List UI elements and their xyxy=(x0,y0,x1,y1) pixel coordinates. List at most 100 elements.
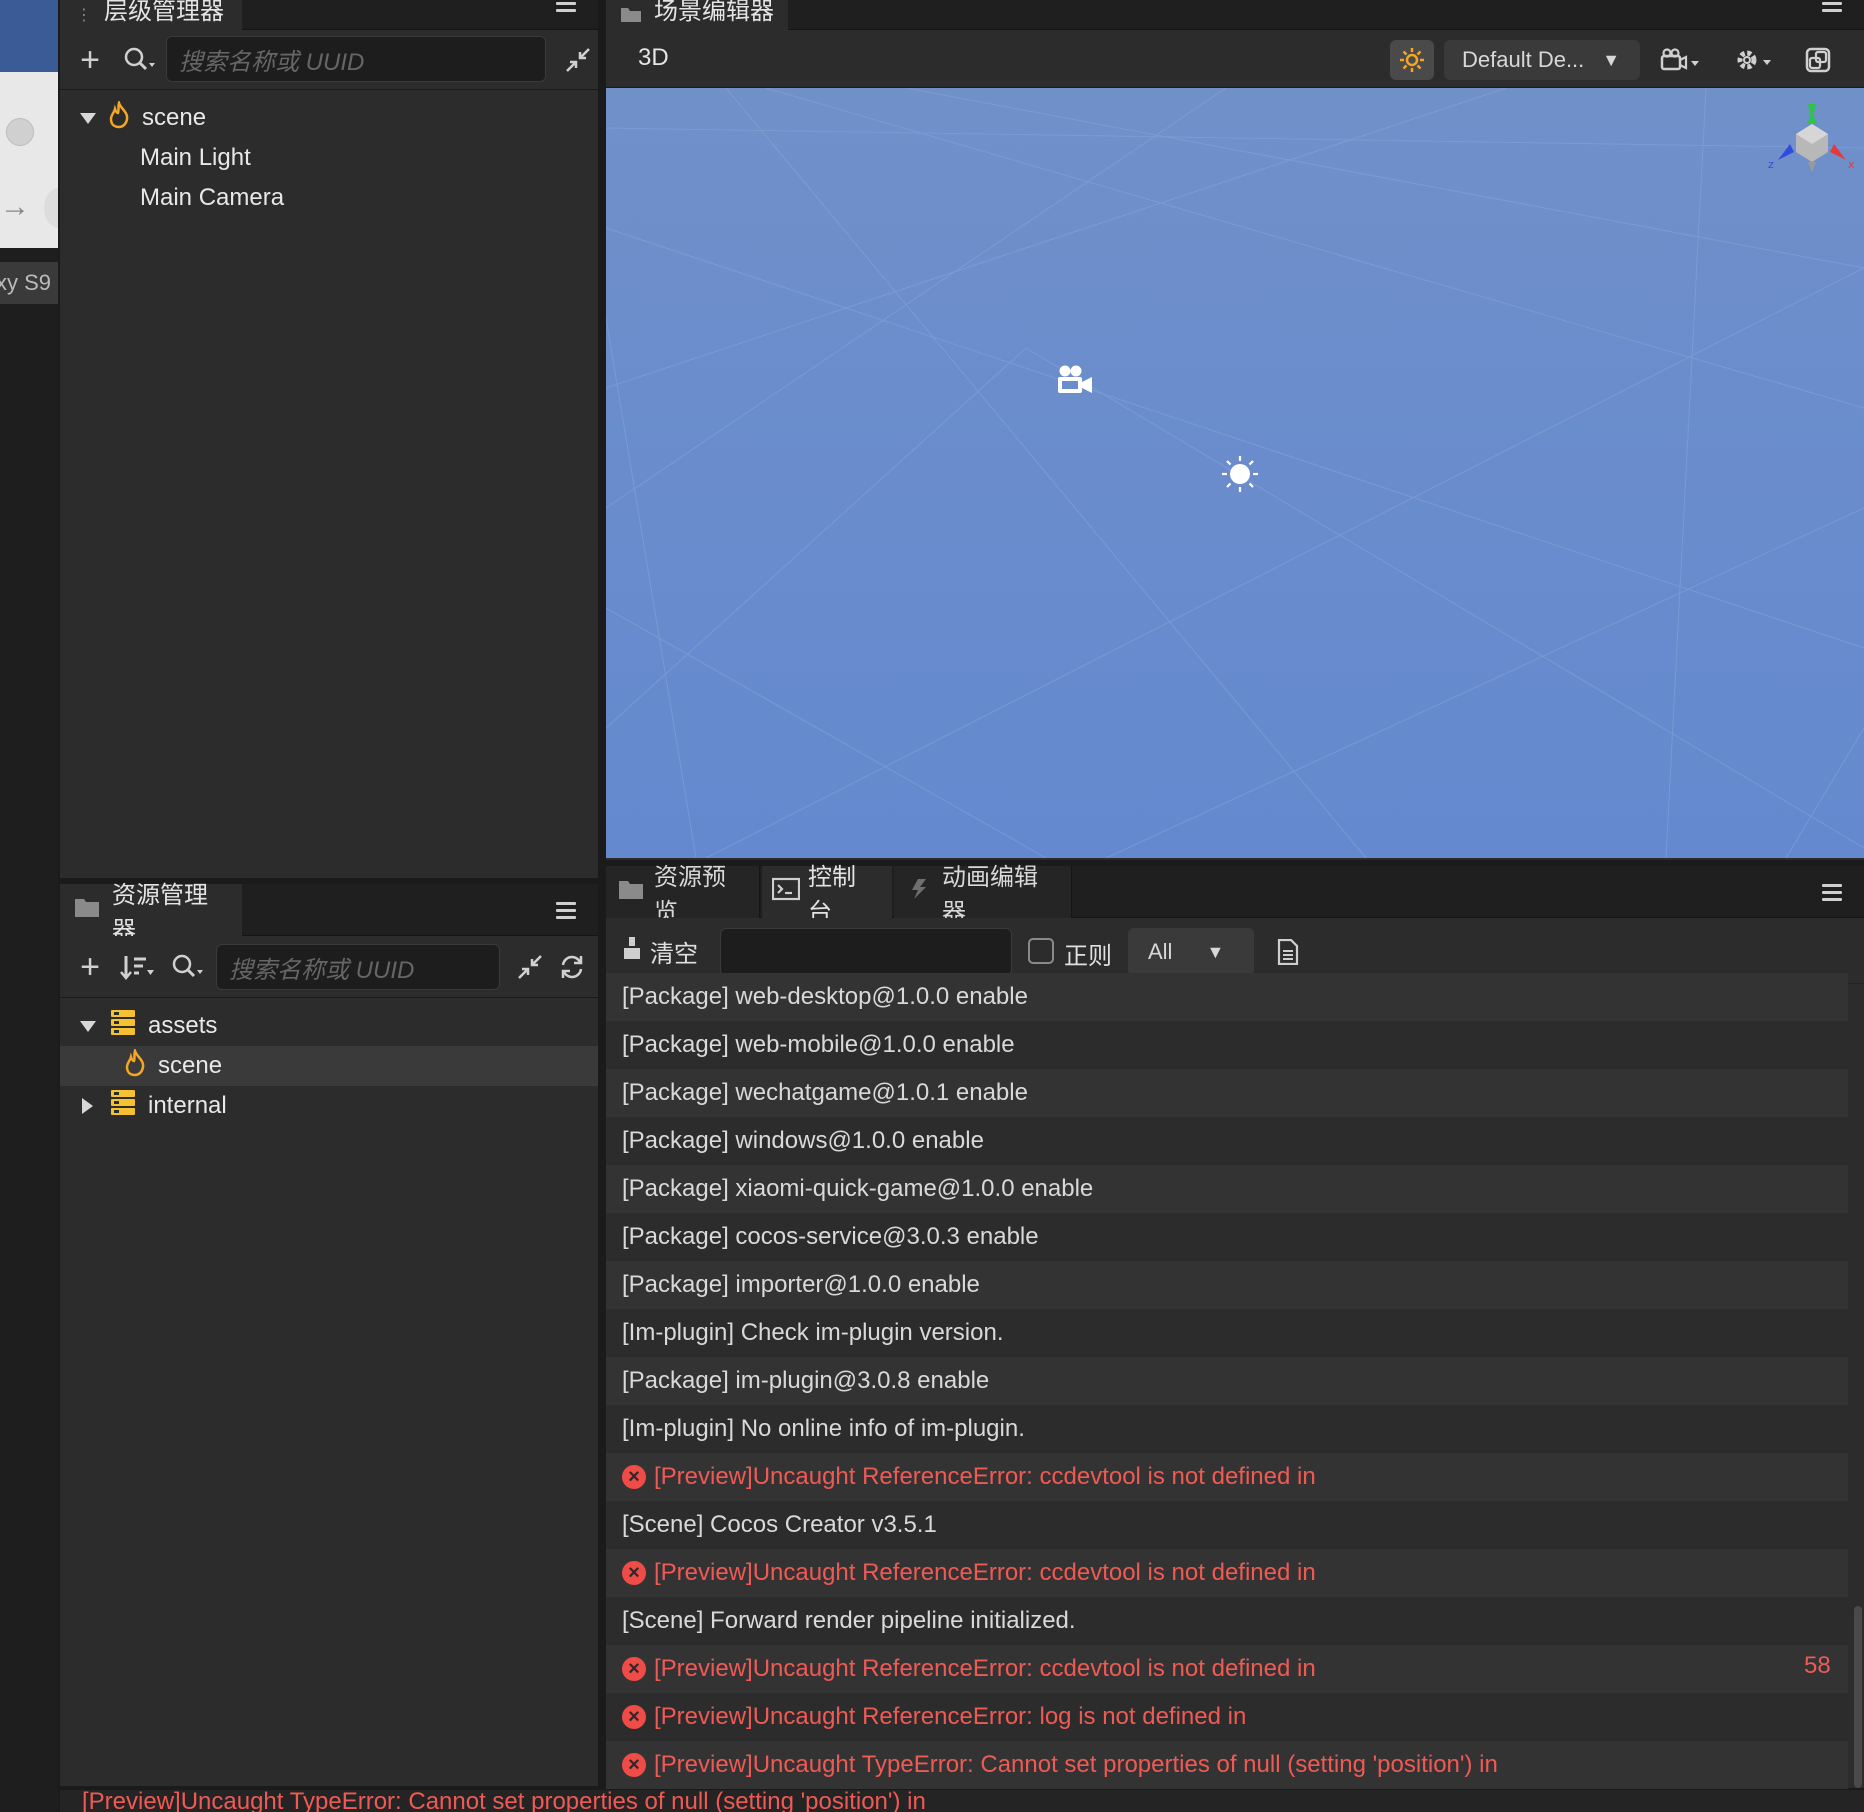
tab-asset-preview[interactable]: 资源预览 xyxy=(606,864,760,926)
console-menu-icon[interactable] xyxy=(1822,884,1842,901)
assets-search-input[interactable]: 搜索名称或 UUID xyxy=(216,944,500,990)
background-window-radio xyxy=(6,118,34,146)
log-text: [Package] xiaomi-quick-game@1.0.0 enable xyxy=(622,1175,1094,1202)
tree-node-scene[interactable]: scene xyxy=(60,98,598,138)
console-tabbar: 资源预览 控制台 动画编辑器 xyxy=(606,864,1864,926)
hierarchy-menu-icon[interactable] xyxy=(556,2,576,18)
log-text: [Package] wechatgame@1.0.1 enable xyxy=(622,1079,1028,1106)
tab-assets[interactable]: 资源管理器 xyxy=(60,882,242,944)
hierarchy-tree-icon: ⋮ xyxy=(76,7,92,24)
animation-icon xyxy=(908,877,932,908)
layout-select[interactable]: Default De... ▼ xyxy=(1444,40,1640,80)
hierarchy-tabbar: ⋮ 层级管理器 xyxy=(60,0,598,30)
open-log-file-icon[interactable] xyxy=(1270,934,1306,970)
background-window-label: xy S9 xyxy=(0,262,58,304)
scene-viewport[interactable]: y x z xyxy=(606,88,1864,858)
scene-editor-title: 场景编辑器 xyxy=(654,0,774,25)
log-text: [Preview]Uncaught ReferenceError: ccdevt… xyxy=(654,1463,1316,1490)
log-row[interactable]: [Package] im-plugin@3.0.8 enable xyxy=(606,1357,1848,1405)
scene-toolbar: 3D Default De... ▼ xyxy=(606,30,1864,88)
log-row[interactable]: [Package] windows@1.0.0 enable xyxy=(606,1117,1848,1165)
database-icon xyxy=(110,1009,136,1044)
orientation-gizmo[interactable]: y x z xyxy=(1764,102,1860,197)
log-row-error[interactable]: × [Preview]Uncaught ReferenceError: log i… xyxy=(606,1693,1848,1741)
log-row[interactable]: [Scene] Cocos Creator v3.5.1 xyxy=(606,1501,1848,1549)
scene-menu-icon[interactable] xyxy=(1822,2,1842,18)
hierarchy-search-input[interactable]: 搜索名称或 UUID xyxy=(166,36,546,82)
log-row[interactable]: [Package] web-mobile@1.0.0 enable xyxy=(606,1021,1848,1069)
collapse-all-icon[interactable] xyxy=(512,948,548,986)
tab-scene-editor[interactable]: 场景编辑器 xyxy=(606,0,788,30)
assets-menu-icon[interactable] xyxy=(556,902,576,919)
log-row[interactable]: [Package] xiaomi-quick-game@1.0.0 enable xyxy=(606,1165,1848,1213)
expand-caret-icon[interactable] xyxy=(80,112,96,124)
forward-arrow-icon: → xyxy=(0,190,30,223)
log-row[interactable]: [Im-plugin] Check im-plugin version. xyxy=(606,1309,1848,1357)
layout-select-value: Default De... xyxy=(1462,47,1585,72)
gizmo-axis-x: x xyxy=(1848,158,1855,171)
add-node-button[interactable]: + xyxy=(72,41,108,79)
log-row-error[interactable]: × [Preview]Uncaught ReferenceError: ccdev… xyxy=(606,1453,1848,1501)
log-row[interactable]: [Package] wechatgame@1.0.1 enable xyxy=(606,1069,1848,1117)
sort-icon[interactable] xyxy=(116,948,160,986)
camera-gizmo-icon[interactable] xyxy=(1056,363,1096,402)
light-gizmo-icon[interactable] xyxy=(1220,454,1260,499)
search-type-icon[interactable] xyxy=(118,42,162,78)
tab-animation-editor[interactable]: 动画编辑器 xyxy=(894,864,1072,926)
console-filter-input[interactable] xyxy=(720,928,1012,976)
chevron-down-icon: ▼ xyxy=(1602,49,1621,70)
gear-icon[interactable] xyxy=(1730,40,1780,80)
maximize-view-icon[interactable] xyxy=(1796,40,1840,80)
broom-icon xyxy=(622,936,642,967)
add-asset-button[interactable]: + xyxy=(72,948,108,986)
log-row[interactable]: [Im-plugin] No online info of im-plugin. xyxy=(606,1405,1848,1453)
tree-node-label: scene xyxy=(158,1052,223,1079)
database-icon xyxy=(110,1089,136,1124)
log-row[interactable]: [Package] importer@1.0.0 enable xyxy=(606,1261,1848,1309)
tree-node-scene-asset[interactable]: scene xyxy=(60,1046,598,1086)
tree-node-main-light[interactable]: Main Light xyxy=(60,138,598,178)
gizmo-light-toggle-icon[interactable] xyxy=(1390,40,1434,80)
tab-hierarchy[interactable]: ⋮ 层级管理器 xyxy=(60,0,242,30)
regex-label: 正则 xyxy=(1064,943,1112,970)
error-icon: × xyxy=(622,1465,646,1489)
scene-tabbar: 场景编辑器 xyxy=(606,0,1864,30)
tab-console[interactable]: 控制台 xyxy=(762,864,892,926)
log-row[interactable]: [Package] cocos-service@3.0.3 enable xyxy=(606,1213,1848,1261)
log-text: [Scene] Forward render pipeline initiali… xyxy=(622,1607,1076,1634)
collapse-all-icon[interactable] xyxy=(560,42,596,78)
expand-caret-icon[interactable] xyxy=(80,1020,96,1032)
tree-node-assets[interactable]: assets xyxy=(60,1006,598,1046)
log-row-error[interactable]: × [Preview]Uncaught ReferenceError: ccdev… xyxy=(606,1549,1848,1597)
tree-node-label: assets xyxy=(148,1012,218,1039)
log-row-error[interactable]: × [Preview]Uncaught ReferenceError: ccdev… xyxy=(606,1645,1848,1693)
log-row[interactable]: [Package] web-desktop@1.0.0 enable xyxy=(606,973,1848,1021)
regex-checkbox[interactable] xyxy=(1028,938,1054,964)
console-scrollbar[interactable] xyxy=(1854,1606,1862,1788)
log-text: [Preview]Uncaught TypeError: Cannot set … xyxy=(654,1751,1498,1778)
log-row[interactable]: [Scene] Forward render pipeline initiali… xyxy=(606,1597,1848,1645)
clear-button[interactable]: 清空 xyxy=(622,934,698,969)
folder-icon xyxy=(618,878,644,907)
error-icon: × xyxy=(622,1561,646,1585)
log-text: [Im-plugin] No online info of im-plugin. xyxy=(622,1415,1025,1442)
tab-label: 资源预览 xyxy=(654,864,726,926)
refresh-icon[interactable] xyxy=(554,948,590,986)
log-text: [Scene] Cocos Creator v3.5.1 xyxy=(622,1511,937,1538)
error-icon: × xyxy=(622,1657,646,1681)
log-row-error[interactable]: × [Preview]Uncaught TypeError: Cannot set… xyxy=(606,1741,1848,1789)
error-count-badge: 58 xyxy=(1804,1652,1831,1679)
hierarchy-title: 层级管理器 xyxy=(104,0,224,25)
log-text: [Preview]Uncaught ReferenceError: ccdevt… xyxy=(654,1559,1316,1586)
tree-node-main-camera[interactable]: Main Camera xyxy=(60,178,598,218)
camera-settings-icon[interactable] xyxy=(1656,40,1706,80)
collapsed-caret-icon[interactable] xyxy=(82,1098,93,1114)
log-text: [Package] windows@1.0.0 enable xyxy=(622,1127,984,1154)
tab-label: 控制台 xyxy=(808,864,856,926)
assets-panel: 资源管理器 + 搜索名称或 UUID assets scene internal xyxy=(60,882,600,1786)
search-type-icon[interactable] xyxy=(166,948,210,986)
tree-node-internal[interactable]: internal xyxy=(60,1086,598,1126)
view-mode-3d-button[interactable]: 3D xyxy=(638,44,669,72)
log-text: [Package] importer@1.0.0 enable xyxy=(622,1271,980,1298)
log-level-select[interactable]: All ▼ xyxy=(1128,928,1254,976)
